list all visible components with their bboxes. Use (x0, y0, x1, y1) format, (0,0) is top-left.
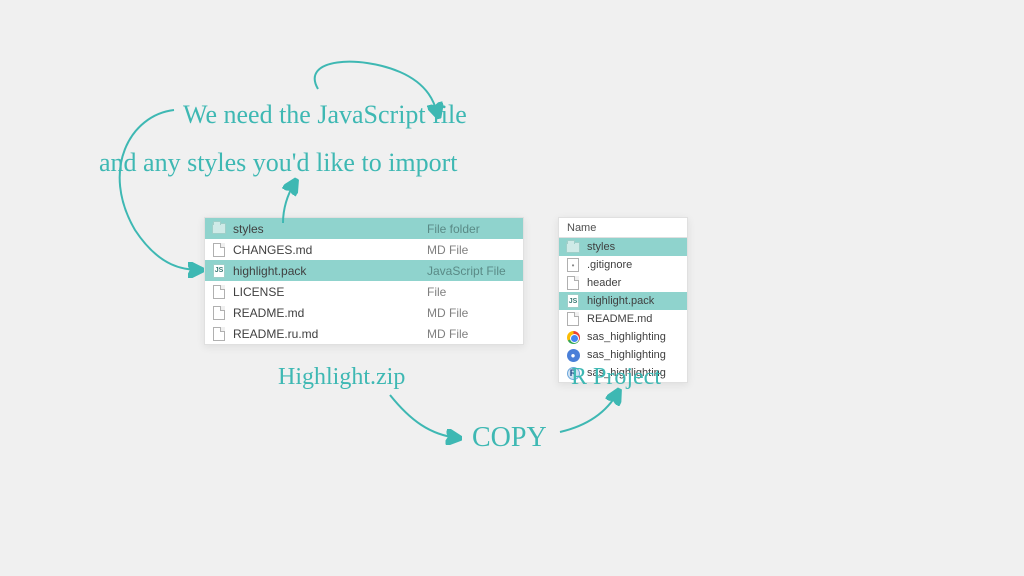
file-icon (211, 326, 227, 342)
file-list-right: styles • .gitignore header JS highlight.pack R… (559, 238, 687, 382)
file-type: File folder (427, 222, 517, 236)
file-icon (565, 311, 581, 327)
file-name: header (587, 277, 681, 289)
file-list-left: stylesFile folderCHANGES.mdMD FileJShigh… (205, 218, 523, 344)
file-row[interactable]: stylesFile folder (205, 218, 523, 239)
file-type: JavaScript File (427, 264, 517, 278)
arrow-zip-to-copy (390, 395, 458, 438)
filepane-highlight-zip: stylesFile folderCHANGES.mdMD FileJShigh… (204, 217, 524, 345)
filepane-r-project: Name styles • .gitignore header JS highlight.… (558, 217, 688, 383)
file-icon (565, 275, 581, 291)
folder-icon (211, 221, 227, 237)
column-header-right: Name (559, 218, 687, 238)
file-name: README.md (233, 306, 427, 320)
file-name: highlight.pack (587, 295, 681, 307)
file-row[interactable]: LICENSEFile (205, 281, 523, 302)
file-name: styles (587, 241, 681, 253)
file-type: MD File (427, 327, 517, 341)
arrow-to-styles-row (120, 110, 200, 270)
blue-icon: ● (565, 347, 581, 363)
file-row[interactable]: CHANGES.mdMD File (205, 239, 523, 260)
file-name: sas_highlighting (587, 349, 681, 361)
file-icon (211, 284, 227, 300)
file-name: .gitignore (587, 259, 681, 271)
file-name: README.ru.md (233, 327, 427, 341)
file-type: File (427, 285, 517, 299)
file-row[interactable]: JS highlight.pack (559, 292, 687, 310)
file-type: MD File (427, 243, 517, 257)
file-row[interactable]: JS highlight.packJavaScript File (205, 260, 523, 281)
file-name: README.md (587, 313, 681, 325)
file-name: styles (233, 222, 427, 236)
file-name: LICENSE (233, 285, 427, 299)
file-row[interactable]: README.ru.mdMD File (205, 323, 523, 344)
label-r-project: R Project (571, 362, 661, 393)
file-row[interactable]: styles (559, 238, 687, 256)
file-row[interactable]: README.mdMD File (205, 302, 523, 323)
file-name: CHANGES.md (233, 243, 427, 257)
file-row[interactable]: README.md (559, 310, 687, 328)
dot-icon: • (565, 257, 581, 273)
arrow-copy-to-rproject (560, 392, 618, 432)
chrome-icon (565, 329, 581, 345)
js-icon: JS (211, 263, 227, 279)
annotation-text-line2: and any styles you'd like to import (99, 146, 458, 180)
file-name: sas_highlighting (587, 331, 681, 343)
file-icon (211, 242, 227, 258)
file-type: MD File (427, 306, 517, 320)
file-row[interactable]: header (559, 274, 687, 292)
file-icon (211, 305, 227, 321)
js-icon: JS (565, 293, 581, 309)
folder-icon (565, 239, 581, 255)
file-name: highlight.pack (233, 264, 427, 278)
label-highlight-zip: Highlight.zip (278, 362, 405, 393)
file-row[interactable]: • .gitignore (559, 256, 687, 274)
column-header-name: Name (567, 222, 596, 234)
label-copy: COPY (472, 420, 547, 456)
file-row[interactable]: sas_highlighting (559, 328, 687, 346)
annotation-text-line1: We need the JavaScript file (183, 98, 467, 132)
